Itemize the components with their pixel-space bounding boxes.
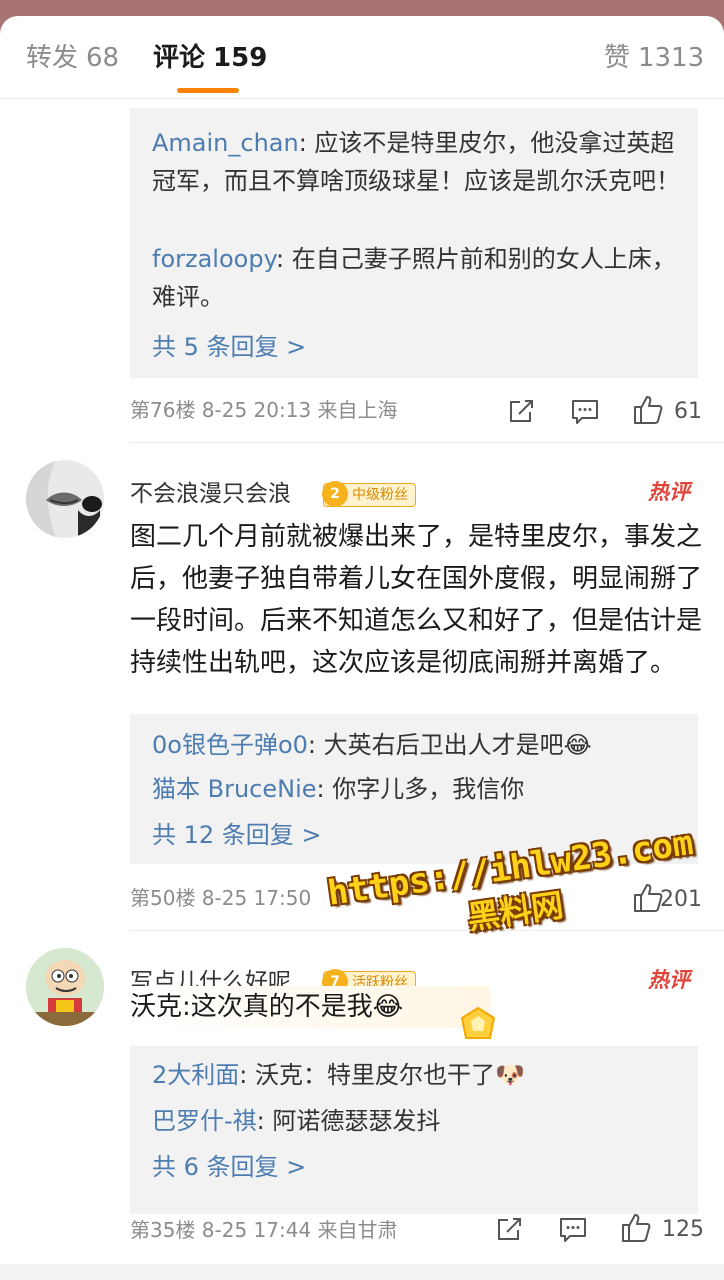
more-replies-link[interactable]: 共 5 条回复 > [152,330,306,364]
tab-forward[interactable]: 转发 68 [26,41,119,75]
hot-comment-tag: 热评 [648,968,690,992]
reply-author[interactable]: 0o银色子弹o0 [152,731,308,759]
comment-text: 图二几个月前就被爆出来了，是特里皮尔，事发之后，他妻子独自带着儿女在国外度假，明… [130,522,703,678]
like-count: 201 [660,887,702,912]
comment-meta: 第50楼 8-25 17:50 [130,886,312,910]
bottom-separator [0,1264,724,1280]
comment-text: 沃克:这次真的不是我😂 [130,986,490,1028]
reply-item[interactable]: 2大利面: 沃克：特里皮尔也干了🐶 [152,1056,682,1094]
hot-comment-tag: 热评 [648,480,690,504]
reply-item[interactable]: 0o银色子弹o0: 大英右后卫出人才是吧😂 [152,726,682,764]
like-count: 61 [674,399,702,424]
tab-comment-count: 159 [213,43,268,73]
tab-forward-label: 转发 [26,43,79,73]
reply-item[interactable]: 巴罗什-祺: 阿诺德瑟瑟发抖 [152,1102,682,1140]
reply-author[interactable]: forzaloopy [152,245,276,273]
like-thumb-icon[interactable] [620,1212,652,1244]
reply-text: : 沃克：特里皮尔也干了🐶 [239,1061,525,1089]
reply-item[interactable]: Amain_chan: 应该不是特里皮尔，他没拿过英超冠军，而且不算啥顶级球星！… [152,124,682,200]
divider [130,930,724,931]
badge-level: 2 [322,481,348,507]
tab-comment-label: 评论 [153,43,206,73]
reply-text: : 阿诺德瑟瑟发抖 [256,1107,441,1135]
reply-preview-box[interactable]: Amain_chan: 应该不是特里皮尔，他没拿过英超冠军，而且不算啥顶级球星！… [130,108,698,378]
fan-level-badge[interactable]: 2 中级粉丝 [322,481,416,507]
reply-text: : 大英右后卫出人才是吧😂 [307,731,592,759]
comment-meta: 第35楼 8-25 17:44 来自甘肃 [130,1218,398,1242]
tab-like-count: 1313 [638,43,705,73]
comment-sheet: 转发 68 评论 159 赞 1313 Amain_chan: 应该不是特里皮尔，他没… [0,16,724,1280]
comment-icon[interactable] [558,1216,588,1244]
reply-item[interactable]: 猫本 BruceNie: 你字儿多，我信你 [152,770,682,808]
tab-bar: 转发 68 评论 159 赞 1313 [0,16,724,99]
reply-text: : 你字儿多，我信你 [316,775,525,803]
avatar[interactable] [26,948,104,1026]
comment-username[interactable]: 不会浪漫只会浪 [130,478,291,510]
tab-like[interactable]: 赞 1313 [604,41,704,75]
share-icon[interactable] [496,1216,524,1242]
share-icon[interactable] [508,398,536,424]
reply-author[interactable]: 猫本 BruceNie [152,775,317,803]
reply-author[interactable]: Amain_chan [152,129,299,157]
like-thumb-icon[interactable] [632,394,664,426]
avatar-image [26,948,104,1026]
reply-item[interactable]: forzaloopy: 在自己妻子照片前和别的女人上床，难评。 [152,240,682,316]
badge-text: 中级粉丝 [352,487,408,503]
reply-preview-box[interactable]: 2大利面: 沃克：特里皮尔也干了🐶 巴罗什-祺: 阿诺德瑟瑟发抖 共 6 条回复… [130,1046,698,1214]
tab-active-indicator [177,88,239,93]
reply-author[interactable]: 2大利面 [152,1061,239,1089]
like-count: 125 [662,1217,704,1242]
more-replies-link[interactable]: 共 12 条回复 > [152,818,322,852]
more-replies-link[interactable]: 共 6 条回复 > [152,1150,306,1184]
reply-author[interactable]: 巴罗什-祺 [152,1107,257,1135]
tab-like-label: 赞 [604,43,631,73]
avatar[interactable] [26,460,104,538]
award-medal-icon [460,1006,496,1039]
tab-comment[interactable]: 评论 159 [153,41,267,75]
tab-forward-count: 68 [86,43,120,73]
comment-icon[interactable] [570,398,600,426]
divider [130,442,724,443]
comment-meta: 第76楼 8-25 20:13 来自上海 [130,398,398,422]
avatar-image [26,460,104,538]
